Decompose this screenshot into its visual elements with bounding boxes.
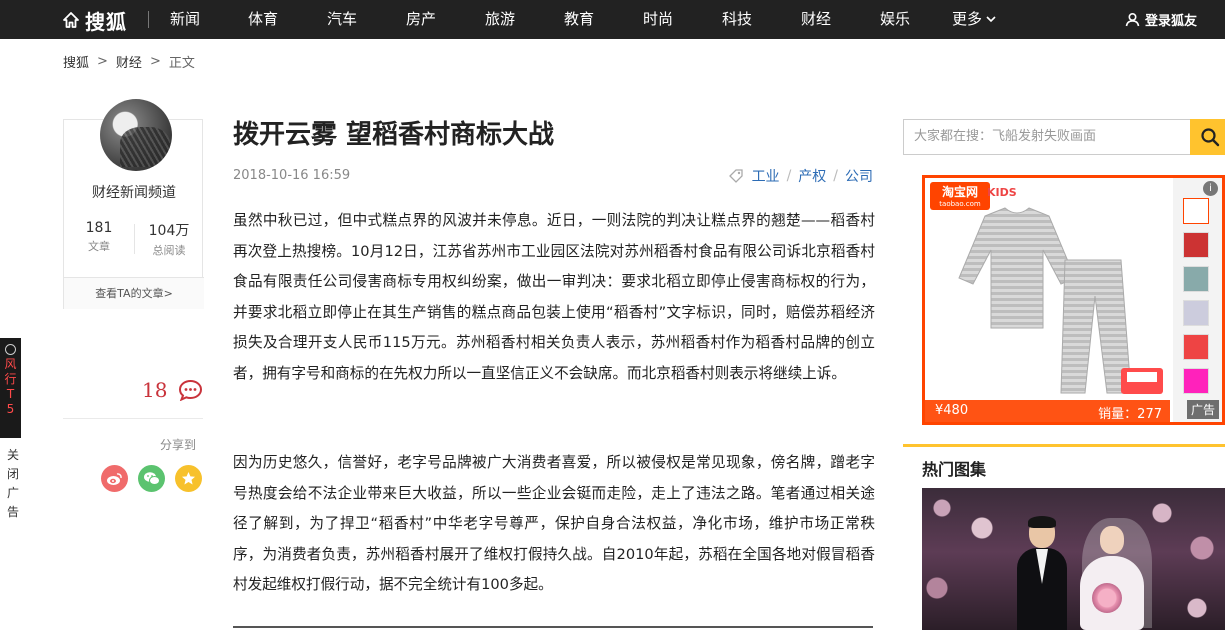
ad-thumbnail[interactable] (1183, 334, 1209, 360)
ad-price: ¥480 (935, 403, 969, 418)
ad-thumbnail[interactable] (1183, 266, 1209, 292)
ad-thumbnail[interactable] (1183, 232, 1209, 258)
search-icon (1201, 128, 1220, 147)
article-date: 2018-10-16 16:59 (233, 168, 351, 183)
share-icons (101, 465, 202, 492)
tag-separator: / (833, 168, 838, 184)
article-table-top-border (233, 626, 873, 628)
author-avatar[interactable] (100, 99, 172, 171)
breadcrumb-home[interactable]: 搜狐 (63, 52, 89, 71)
side-floating-ad[interactable]: 风行T5 (0, 338, 21, 438)
article-tags: 工业 / 产权 / 公司 (728, 166, 873, 186)
nav-item-education[interactable]: 教育 (564, 0, 594, 39)
ad-price-bar: ¥480 销量：277 (925, 400, 1170, 422)
author-stats: 181 文章 104万 总阅读 (64, 220, 204, 258)
star-icon (182, 472, 195, 485)
breadcrumb-section[interactable]: 财经 (116, 52, 142, 71)
nav-item-travel[interactable]: 旅游 (485, 0, 515, 39)
search-input[interactable]: 大家都在搜：飞船发射失败画面 (903, 119, 1190, 155)
nav-item-news[interactable]: 新闻 (170, 0, 200, 39)
taobao-brand: 淘宝网 (941, 185, 978, 199)
side-ad-text: 风行T5 (4, 357, 17, 416)
share-wechat-button[interactable] (138, 465, 165, 492)
comment-count[interactable]: 18 (142, 378, 167, 402)
hot-gallery-title: 热门图集 (922, 460, 987, 479)
tag-industry[interactable]: 工业 (752, 166, 780, 186)
breadcrumb-separator: > (149, 54, 161, 69)
ad-badge-icon (5, 344, 16, 355)
ad-thumbnail-strip: ︿ (1173, 178, 1222, 422)
nav-item-entertainment[interactable]: 娱乐 (880, 0, 910, 39)
chevron-down-icon (986, 16, 996, 23)
stat-articles: 181 文章 (64, 220, 134, 258)
ad-label: 广告 (1186, 400, 1219, 419)
nav-item-auto[interactable]: 汽车 (327, 0, 357, 39)
share-label: 分享到 (160, 438, 197, 452)
side-ad-close-button[interactable]: 关闭广告 (7, 446, 21, 522)
tag-separator: / (786, 168, 792, 184)
nav-item-fashion[interactable]: 时尚 (643, 0, 673, 39)
breadcrumb: 搜狐 > 财经 > 正文 (63, 52, 195, 71)
bride-figure (1072, 518, 1152, 630)
stat-reads: 104万 总阅读 (134, 220, 204, 258)
nav-item-realestate[interactable]: 房产 (406, 0, 436, 39)
breadcrumb-current: 正文 (168, 56, 195, 71)
pajama-product-image (958, 207, 1163, 394)
article-title: 拨开云雾 望稻香村商标大战 (233, 120, 555, 150)
hot-gallery-image[interactable] (922, 488, 1225, 630)
wechat-icon (143, 472, 160, 485)
bouquet (1092, 583, 1122, 613)
tag-company[interactable]: 公司 (845, 166, 873, 186)
nav-divider (148, 11, 149, 28)
taobao-ad[interactable]: 淘宝网 taobao.com KIDS ¥480 销量：277 ︿ i 广告 (922, 175, 1225, 425)
stat-reads-count: 104万 (148, 223, 190, 239)
author-card: 财经新闻频道 181 文章 104万 总阅读 查看TA的文章> (63, 99, 204, 309)
comment-icon[interactable] (178, 379, 203, 401)
ad-thumbnail[interactable] (1183, 198, 1209, 224)
share-weibo-button[interactable] (101, 465, 128, 492)
ad-info-icon[interactable]: i (1203, 181, 1218, 196)
tag-property-rights[interactable]: 产权 (798, 166, 826, 186)
nav-item-finance[interactable]: 财经 (801, 0, 831, 39)
ad-thumbnail[interactable] (1183, 300, 1209, 326)
search-button[interactable] (1190, 119, 1225, 155)
user-icon (1125, 12, 1140, 27)
nav-item-tech[interactable]: 科技 (722, 0, 752, 39)
article-paragraph: 因为历史悠久，信誉好，老字号品牌被广大消费者喜爱，所以被侵权是常见现象，傍名牌，… (233, 454, 875, 594)
nav-item-sports[interactable]: 体育 (248, 0, 278, 39)
taobao-domain: taobao.com (939, 200, 981, 208)
taobao-logo: 淘宝网 taobao.com (930, 182, 990, 210)
left-divider (63, 418, 203, 419)
tag-icon (728, 169, 743, 183)
ad-thumbnail[interactable] (1183, 368, 1209, 394)
groom-figure (1017, 516, 1067, 630)
logo-text: 搜狐 (85, 9, 127, 34)
stat-reads-label: 总阅读 (152, 244, 186, 257)
sohu-logo[interactable]: 搜狐 (62, 7, 127, 34)
home-icon (63, 12, 79, 28)
login-button[interactable]: 登录狐友 (1125, 0, 1197, 39)
weibo-icon (107, 472, 122, 485)
nav-item-more[interactable]: 更多 (952, 0, 996, 39)
stat-divider (134, 224, 135, 254)
ad-product-image[interactable]: 淘宝网 taobao.com KIDS ¥480 销量：277 (925, 178, 1170, 422)
ad-sales: 销量：277 (1098, 407, 1162, 422)
section-divider (903, 444, 1225, 447)
breadcrumb-separator: > (97, 54, 108, 69)
stat-articles-label: 文章 (88, 240, 110, 253)
author-articles-link[interactable]: 查看TA的文章> (64, 277, 204, 309)
nav-more-label: 更多 (952, 10, 983, 28)
author-name[interactable]: 财经新闻频道 (64, 182, 204, 202)
stat-articles-count: 181 (85, 220, 113, 236)
login-label: 登录狐友 (1144, 14, 1197, 29)
share-favorite-button[interactable] (175, 465, 202, 492)
article-paragraph: 虽然中秋已过，但中式糕点界的风波并未停息。近日，一则法院的判决让糕点界的翘楚——… (233, 212, 875, 382)
top-navigation-bar: 搜狐 新闻 体育 汽车 房产 旅游 教育 时尚 科技 财经 娱乐 更多 登录狐友 (0, 0, 1225, 39)
ad-kids-text: KIDS (987, 186, 1017, 199)
